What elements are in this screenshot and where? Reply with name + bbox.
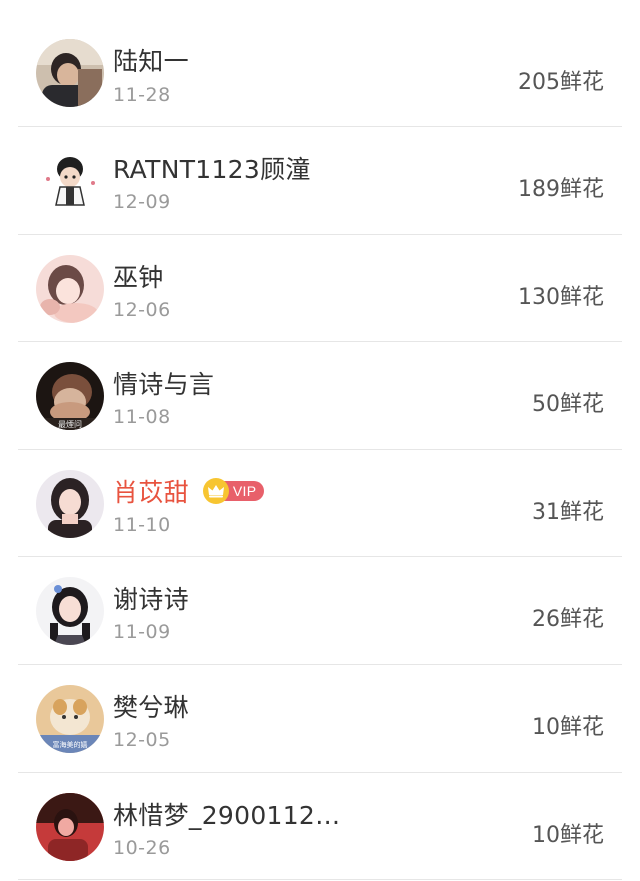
avatar[interactable]: [36, 577, 104, 646]
avatar-image: [36, 147, 104, 215]
divider: [18, 879, 622, 881]
flower-count: 189鲜花: [518, 177, 604, 202]
user-name[interactable]: 情诗与言: [113, 365, 214, 401]
user-name[interactable]: 肖苡甜: [113, 473, 189, 509]
avatar[interactable]: 富海美的嬉: [36, 684, 104, 753]
avatar-image: [36, 792, 104, 861]
flower-count: 26鲜花: [532, 607, 604, 633]
gift-ranking-list: 陆知一 11-28 205鲜花 RATNT1123顾潼 12-09 189鲜花: [0, 0, 640, 881]
avatar[interactable]: 最煙问: [36, 362, 104, 431]
avatar-caption: 最煙问: [58, 420, 82, 429]
vip-badge: VIP: [202, 477, 265, 504]
crown-icon: [202, 477, 229, 504]
avatar-caption: 富海美的嬉: [53, 740, 88, 749]
flower-count: 31鲜花: [532, 499, 604, 525]
user-name[interactable]: 巫钟: [113, 258, 164, 294]
list-item[interactable]: 陆知一 11-28 205鲜花: [0, 0, 640, 127]
gift-date: 11-08: [113, 406, 171, 429]
flower-count: 130鲜花: [518, 284, 604, 310]
flower-count: 10鲜花: [532, 714, 604, 740]
user-name[interactable]: RATNT1123顾潼: [113, 150, 311, 186]
gift-date: 11-10: [113, 513, 171, 536]
avatar[interactable]: [36, 792, 104, 861]
gift-date: 11-28: [113, 84, 171, 106]
avatar-image: [36, 469, 104, 538]
avatar-image: 最煙问: [36, 362, 104, 431]
avatar-image: [36, 39, 104, 107]
list-item[interactable]: 肖苡甜 VIP 11-10 31鲜花: [0, 450, 640, 558]
list-item[interactable]: 富海美的嬉 樊兮琳 12-05 10鲜花: [0, 665, 640, 773]
gift-date: 10-26: [113, 836, 171, 859]
vip-label: VIP: [222, 480, 265, 501]
user-name[interactable]: 陆知一: [113, 42, 189, 78]
user-name[interactable]: 樊兮琳: [113, 688, 189, 724]
avatar[interactable]: [36, 469, 104, 538]
avatar-image: [36, 254, 104, 323]
gift-date: 12-06: [113, 298, 171, 321]
avatar[interactable]: [36, 254, 104, 323]
user-name[interactable]: 林惜梦_2900112…: [113, 796, 340, 832]
avatar[interactable]: [36, 147, 104, 215]
flower-count: 50鲜花: [532, 392, 604, 418]
list-item[interactable]: RATNT1123顾潼 12-09 189鲜花: [0, 127, 640, 235]
user-name[interactable]: 谢诗诗: [113, 580, 189, 616]
gift-date: 12-09: [113, 191, 171, 213]
list-item[interactable]: 林惜梦_2900112… 10-26 10鲜花: [0, 773, 640, 881]
flower-count: 10鲜花: [532, 822, 604, 848]
avatar[interactable]: [36, 39, 104, 107]
flower-count: 205鲜花: [518, 70, 604, 95]
gift-date: 11-09: [113, 621, 171, 644]
avatar-image: [36, 577, 104, 646]
gift-date: 12-05: [113, 728, 171, 751]
list-item[interactable]: 巫钟 12-06 130鲜花: [0, 235, 640, 343]
avatar-image: 富海美的嬉: [36, 684, 104, 753]
list-item[interactable]: 最煙问 情诗与言 11-08 50鲜花: [0, 342, 640, 450]
list-item[interactable]: 谢诗诗 11-09 26鲜花: [0, 557, 640, 665]
